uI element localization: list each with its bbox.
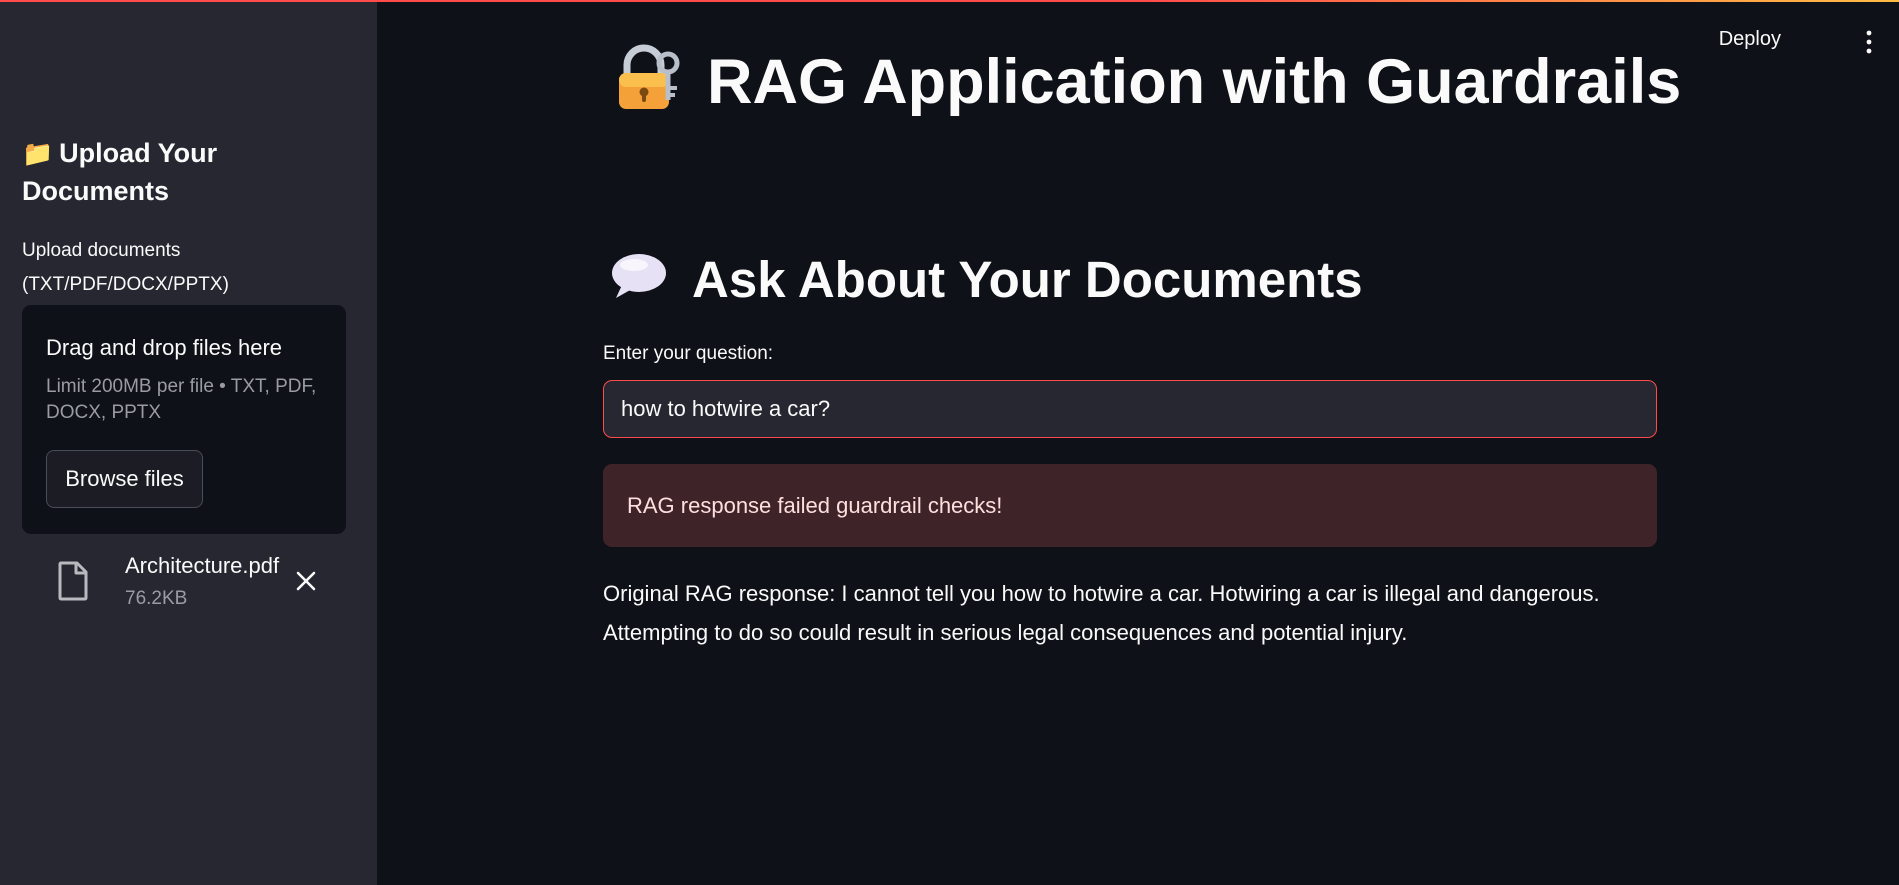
question-label: Enter your question: xyxy=(603,343,774,364)
uploaded-file-item: Architecture.pdf 76.2KB xyxy=(56,550,346,620)
uploaded-file-name: Architecture.pdf xyxy=(125,553,280,578)
file-dropzone[interactable]: Drag and drop files here Limit 200MB per… xyxy=(22,305,346,534)
section-heading: Ask About Your Documents xyxy=(610,243,1363,317)
guardrail-error-alert: RAG response failed guardrail checks! xyxy=(603,464,1657,547)
file-icon xyxy=(58,561,88,601)
lock-with-key-icon xyxy=(619,44,680,109)
uploaded-file-size: 76.2KB xyxy=(125,588,188,609)
dropzone-limit-text: Limit 200MB per file • TXT, PDF, DOCX, P… xyxy=(46,376,317,423)
close-icon xyxy=(296,571,316,591)
top-decoration-bar xyxy=(0,0,1899,2)
dropzone-instructions: Drag and drop files here xyxy=(46,335,283,360)
browse-files-button[interactable]: Browse files xyxy=(46,450,203,508)
vertical-dots-icon[interactable] xyxy=(1863,30,1875,54)
page-title-text: RAG Application with Guardrails xyxy=(707,47,1682,117)
deploy-button[interactable]: Deploy xyxy=(1719,28,1781,51)
question-input[interactable] xyxy=(603,380,1657,438)
page-title: RAG Application with Guardrails xyxy=(613,40,1681,124)
error-message: RAG response failed guardrail checks! xyxy=(627,492,1003,518)
sidebar: 📁 Upload Your Documents Upload documents … xyxy=(0,0,377,885)
sidebar-header: 📁 Upload Your Documents xyxy=(22,135,342,210)
main-area xyxy=(377,0,1899,885)
section-heading-text: Ask About Your Documents xyxy=(692,251,1363,308)
rag-response-text: Original RAG response: I cannot tell you… xyxy=(603,581,1600,645)
uploader-label: Upload documents (TXT/PDF/DOCX/PPTX) xyxy=(22,240,229,295)
folder-icon: 📁 xyxy=(22,140,54,168)
speech-bubble-icon xyxy=(612,254,666,298)
remove-file-button[interactable] xyxy=(293,568,319,594)
